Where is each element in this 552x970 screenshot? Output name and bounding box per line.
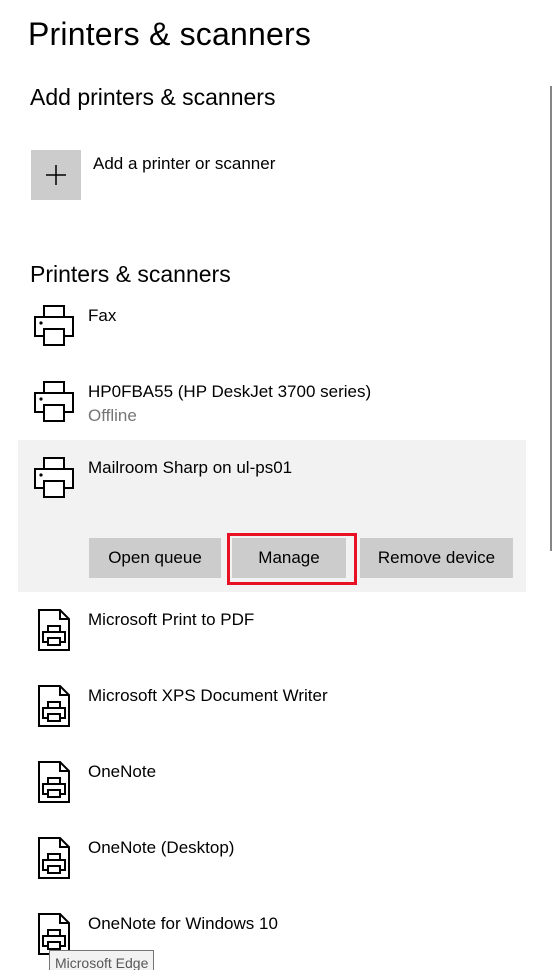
add-printer-label: Add a printer or scanner xyxy=(93,154,276,173)
plus-icon xyxy=(46,165,66,185)
document-printer-icon xyxy=(38,609,70,651)
device-name: Mailroom Sharp on ul-ps01 xyxy=(88,458,293,477)
add-printer-button[interactable]: Add a printer or scanner xyxy=(31,150,331,200)
device-name: Microsoft Print to PDF xyxy=(88,610,255,629)
device-item-print-to-pdf[interactable]: Microsoft Print to PDF xyxy=(18,600,526,666)
document-printer-icon xyxy=(38,761,70,803)
manage-button[interactable]: Manage xyxy=(232,538,346,578)
printer-icon xyxy=(34,305,74,346)
device-name: HP0FBA55 (HP DeskJet 3700 series) xyxy=(88,382,372,401)
add-tile[interactable] xyxy=(31,150,81,200)
document-printer-icon xyxy=(38,685,70,727)
remove-device-button[interactable]: Remove device xyxy=(360,538,513,578)
device-item-onenote-desktop[interactable]: OneNote (Desktop) xyxy=(18,828,526,894)
document-printer-icon xyxy=(38,837,70,879)
device-item-xps-writer[interactable]: Microsoft XPS Document Writer xyxy=(18,676,526,742)
device-item-mailroom-sharp[interactable]: Mailroom Sharp on ul-ps01 Open queue Man… xyxy=(18,440,526,592)
device-item-onenote[interactable]: OneNote xyxy=(18,752,526,818)
device-name: Microsoft XPS Document Writer xyxy=(88,686,328,705)
settings-page: Printers & scanners Add printers & scann… xyxy=(0,0,552,970)
tooltip: Microsoft Edge xyxy=(49,950,155,970)
page-title: Printers & scanners xyxy=(28,16,312,52)
device-item-hp[interactable]: HP0FBA55 (HP DeskJet 3700 series) Offlin… xyxy=(18,372,526,438)
add-section-heading: Add printers & scanners xyxy=(30,84,276,110)
device-status: Offline xyxy=(88,406,137,425)
device-name: OneNote for Windows 10 xyxy=(88,914,278,933)
device-name: OneNote (Desktop) xyxy=(88,838,235,857)
printer-icon xyxy=(34,457,74,498)
device-name: OneNote xyxy=(88,762,157,781)
device-item-fax[interactable]: Fax xyxy=(18,296,526,360)
device-name: Fax xyxy=(88,306,117,325)
open-queue-button[interactable]: Open queue xyxy=(89,538,221,578)
devices-section-heading: Printers & scanners xyxy=(30,261,231,287)
printer-icon xyxy=(34,381,74,422)
